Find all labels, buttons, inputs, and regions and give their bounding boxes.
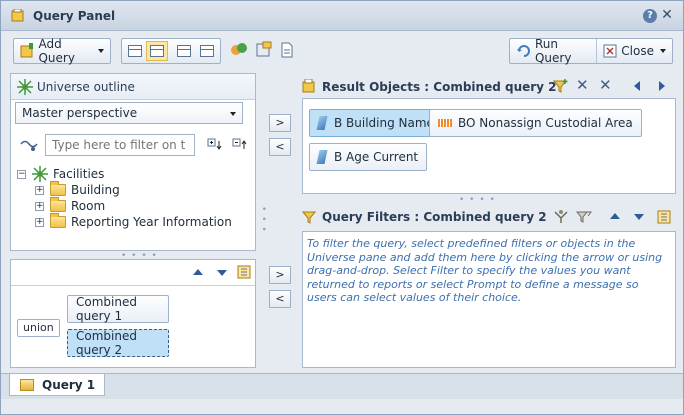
predefined-filter-icon[interactable] [553,209,569,225]
query-filters-title: Query Filters : Combined query 2 [322,210,547,224]
add-query-label: Add Query [38,37,75,65]
result-object-nonassign-custodial-area[interactable]: BO Nonassign Custodial Area [429,109,642,137]
scroll-right-icon[interactable] [659,81,665,91]
tree-item-facilities[interactable]: − Facilities [17,166,104,182]
result-objects-title: Result Objects : Combined query 2 [322,80,557,94]
resize-grip[interactable]: • • • • [459,195,496,205]
tree-item-label: Reporting Year Information [71,215,232,229]
remove-all-icon[interactable]: ✕ [599,76,612,94]
perspective-select[interactable]: Master perspective [15,102,243,124]
dimension-icon [316,150,328,164]
add-query-icon [20,43,34,58]
expand-all-icon[interactable] [207,138,223,152]
folder-icon [50,181,66,196]
chevron-down-icon [230,112,236,116]
query-filters-header: Query Filters : Combined query 2 [300,206,676,228]
chevron-down-icon [660,49,666,53]
collapse-all-icon[interactable] [232,138,248,152]
remove-from-results-button[interactable]: < [269,138,291,156]
union-operator-button[interactable]: union [17,319,60,337]
add-to-results-button[interactable]: > [269,114,291,132]
folder-icon [50,197,66,212]
collapse-icon[interactable]: − [17,169,26,179]
combined-query-2[interactable]: Combined query 2 [67,329,169,357]
run-query-label: Run Query [534,37,572,65]
properties-icon[interactable] [657,210,671,224]
dimension-icon [316,116,328,130]
universe-outline-title: Universe outline [37,80,135,94]
universe-outline-panel: Universe outline Master perspective − Fa… [10,73,256,251]
universe-outline-header: Universe outline [11,74,255,100]
remove-icon[interactable]: ✕ [576,76,589,94]
perspective-value: Master perspective [22,106,138,120]
main-toolbar: Add Query Run Query Close [1,32,683,70]
query-panel-icon [11,8,25,23]
query-filters-help-text: To filter the query, select predefined f… [307,237,663,304]
add-to-filters-button[interactable]: > [269,266,291,284]
nested-filter-icon[interactable] [576,209,592,225]
result-object-label: B Age Current [334,150,419,164]
query-tab-bar: Query 1 [1,373,683,399]
queries-panel-toolbar [11,260,255,286]
help-icon[interactable]: ? [643,9,657,23]
query-panel-window: Query Panel ? ✕ Add Query Run Query Clos… [0,0,684,415]
close-label: Close [621,44,654,58]
view-mode-group [121,38,221,64]
universe-icon [17,79,33,95]
result-object-age-current[interactable]: B Age Current [309,143,428,171]
combine-queries-icon[interactable] [230,41,248,59]
tree-item-label: Facilities [53,167,105,181]
scroll-left-icon[interactable] [634,81,640,91]
move-down-icon[interactable] [634,214,644,220]
move-up-icon[interactable] [610,213,620,219]
measure-icon [438,119,452,127]
query-icon [20,378,34,391]
add-filter-icon[interactable] [553,78,569,94]
tree-item-room[interactable]: + Room [35,197,106,214]
result-object-building-name[interactable]: B Building Name [309,109,443,137]
document-icon[interactable] [280,42,294,58]
combined-query-1[interactable]: Combined query 1 [67,295,169,323]
expand-icon[interactable]: + [35,217,44,227]
result-objects-header: Result Objects : Combined query 2 ✕ ✕ [300,75,676,97]
data-preview-icon[interactable] [177,45,191,57]
title-bar: Query Panel ? ✕ [1,1,683,31]
tree-item-label: Room [71,199,106,213]
result-objects-icon [302,79,315,93]
close-button[interactable]: Close [597,39,672,63]
chevron-down-icon [98,49,104,53]
tree-item-label: Building [71,183,120,197]
objects-view-toggle[interactable] [146,41,168,61]
tree-item-building[interactable]: + Building [35,181,120,198]
close-icon [603,44,617,58]
properties-icon[interactable] [237,265,251,279]
universe-icon [32,166,48,182]
tab-label: Query 1 [42,377,96,392]
expand-icon[interactable]: + [35,201,44,211]
folder-icon [50,213,66,228]
run-close-group: Run Query Close [509,37,673,65]
universe-filter-input[interactable] [45,134,195,156]
move-down-icon[interactable] [217,270,227,276]
expand-icon[interactable]: + [35,185,44,195]
result-object-label: B Building Name [334,116,434,130]
window-close-icon[interactable]: ✕ [660,8,674,23]
result-object-label: BO Nonassign Custodial Area [458,116,633,130]
remove-from-filters-button[interactable]: < [269,290,291,308]
window-title: Query Panel [33,9,116,23]
run-query-button[interactable]: Run Query [510,37,598,65]
filter-icon [302,211,316,224]
resize-grip[interactable]: • • • [258,206,268,233]
tree-item-reporting-year[interactable]: + Reporting Year Information [35,213,232,230]
add-query-button[interactable]: Add Query [13,37,111,65]
universe-view-icon[interactable] [128,45,142,57]
objects-view-icon [150,45,164,57]
refresh-icon [517,45,530,57]
move-up-icon[interactable] [193,269,203,275]
query-properties-icon[interactable] [200,45,214,57]
filter-options-icon[interactable] [19,138,39,154]
sql-view-icon[interactable] [255,41,273,59]
tab-query-1[interactable]: Query 1 [9,374,105,396]
